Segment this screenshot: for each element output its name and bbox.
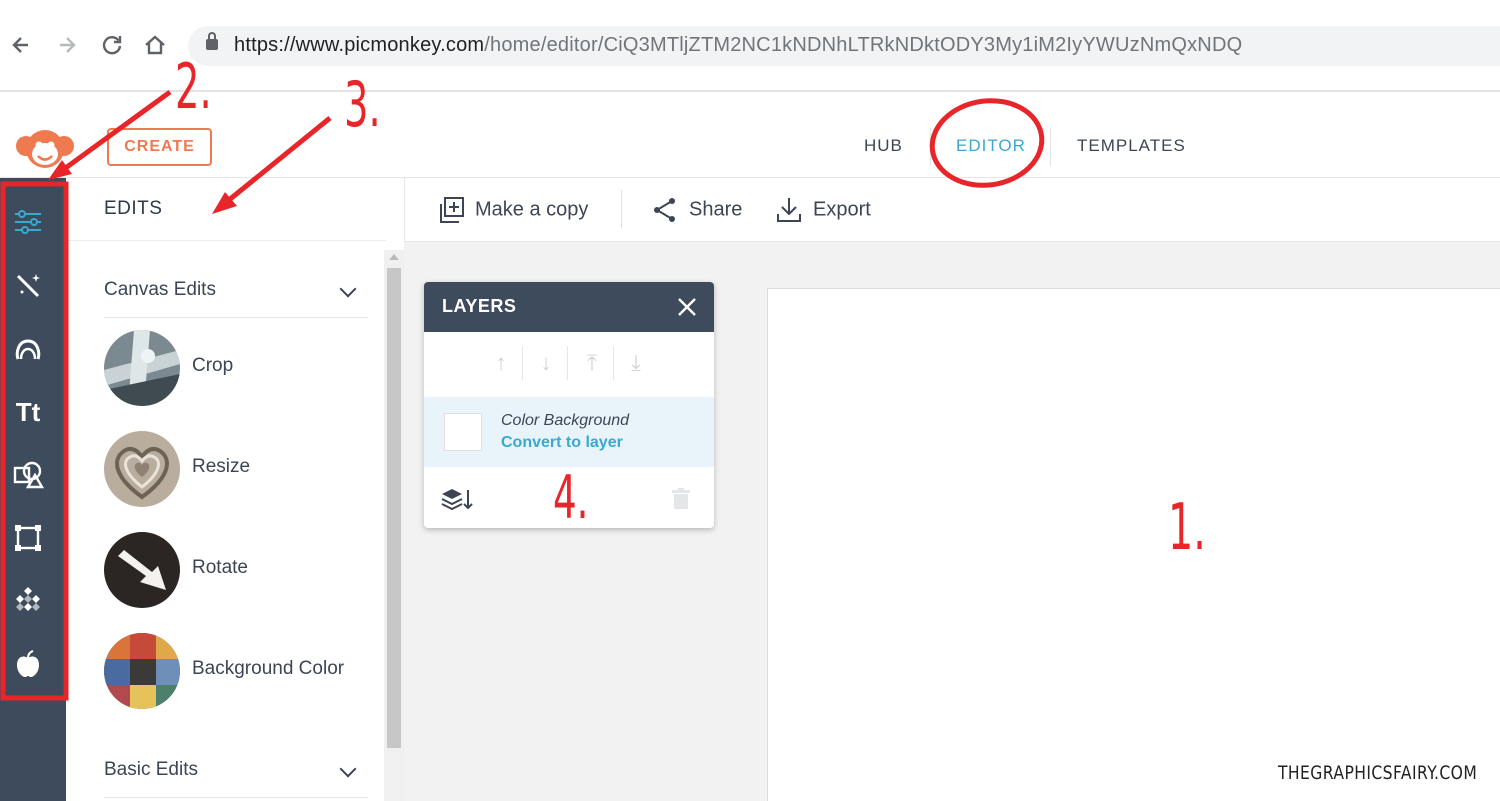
annotation-4: 4. <box>553 463 589 533</box>
watermark-text: THEGRAPHICSFAIRY.COM <box>1278 762 1478 784</box>
section-divider <box>104 797 368 798</box>
convert-to-layer-link[interactable]: Convert to layer <box>501 434 623 452</box>
close-icon[interactable] <box>676 292 698 323</box>
text-icon[interactable]: Tt <box>10 394 46 430</box>
crop-thumbnail <box>104 330 180 406</box>
tool-label: Crop <box>192 355 234 376</box>
address-bar[interactable]: https://www.picmonkey.com/home/editor/Ci… <box>188 26 1500 66</box>
background-color-thumbnail <box>104 633 180 709</box>
lock-icon <box>206 32 218 50</box>
layer-order-controls: ↑ ↓ ⤒ ⤓ <box>480 344 660 384</box>
tool-resize[interactable]: Resize <box>104 431 374 507</box>
share-icon <box>651 196 679 224</box>
chevron-down-icon[interactable] <box>339 280 357 298</box>
copy-icon <box>437 196 465 224</box>
layers-header: LAYERS <box>424 282 714 332</box>
move-down-icon[interactable]: ↓ <box>535 348 557 378</box>
textures-icon[interactable] <box>10 583 46 619</box>
url-host: https://www.picmonkey.com <box>234 34 485 56</box>
effects-icon[interactable] <box>10 268 46 304</box>
export-button[interactable]: Export <box>775 196 871 226</box>
nav-hub[interactable]: HUB <box>864 136 903 156</box>
themes-icon[interactable] <box>10 646 46 682</box>
annotation-2: 2. <box>175 50 212 123</box>
nav-templates[interactable]: TEMPLATES <box>1077 136 1186 156</box>
url-path: /home/editor/CiQ3MTljZTM2NC1kNDNhLTRkNDk… <box>484 34 1243 56</box>
panel-scrollbar[interactable] <box>384 250 404 801</box>
tool-rotate[interactable]: Rotate <box>104 532 374 608</box>
layer-row[interactable]: Color Background Convert to layer <box>424 397 714 467</box>
order-divider <box>613 346 614 380</box>
layer-name: Color Background <box>501 412 630 429</box>
trash-icon[interactable] <box>672 488 690 510</box>
order-divider <box>522 346 523 380</box>
annotation-1: 1. <box>1168 491 1206 565</box>
tool-background-color[interactable]: Background Color <box>104 633 374 709</box>
forward-arrow-icon[interactable] <box>52 30 82 60</box>
order-divider <box>567 346 568 380</box>
rotate-thumbnail <box>104 532 180 608</box>
screenshot-root: https://www.picmonkey.com/home/editor/Ci… <box>0 0 1500 801</box>
scrollbar-thumb[interactable] <box>387 268 401 748</box>
edits-panel-title: EDITS <box>104 198 163 219</box>
share-label: Share <box>689 198 743 221</box>
touch-up-icon[interactable] <box>10 331 46 367</box>
section-divider <box>104 317 368 318</box>
browser-bar: https://www.picmonkey.com/home/editor/Ci… <box>0 0 1500 92</box>
download-icon <box>775 196 803 224</box>
frames-icon[interactable] <box>10 520 46 556</box>
create-button[interactable]: CREATE <box>107 128 212 166</box>
picmonkey-logo-icon[interactable] <box>14 124 76 174</box>
resize-thumbnail <box>104 431 180 507</box>
tool-label: Resize <box>192 456 251 477</box>
section-basic-edits[interactable]: Basic Edits <box>104 759 198 781</box>
layers-title: LAYERS <box>442 296 517 316</box>
layer-thumbnail <box>444 413 482 451</box>
nav-editor[interactable]: EDITOR <box>956 136 1026 156</box>
layers-sort-icon[interactable] <box>440 486 474 514</box>
scroll-up-icon[interactable] <box>389 254 399 260</box>
edits-icon[interactable] <box>10 204 46 240</box>
move-up-icon[interactable]: ↑ <box>490 348 512 378</box>
toolbar-divider <box>621 190 622 228</box>
back-arrow-icon[interactable] <box>6 30 36 60</box>
make-copy-button[interactable]: Make a copy <box>437 196 588 226</box>
app-header: CREATE HUB EDITOR TEMPLATES <box>0 116 1500 178</box>
nav-divider <box>1050 128 1051 166</box>
tool-label: Background Color <box>192 658 345 679</box>
share-button[interactable]: Share <box>651 196 742 226</box>
image-canvas[interactable] <box>767 288 1500 801</box>
make-copy-label: Make a copy <box>475 198 589 221</box>
home-icon[interactable] <box>140 30 170 60</box>
editor-toolbar: Make a copy Share Export <box>404 178 1500 242</box>
export-label: Export <box>813 198 871 221</box>
tool-crop[interactable]: Crop <box>104 330 374 406</box>
reload-icon[interactable] <box>97 30 127 60</box>
send-to-back-icon[interactable]: ⤓ <box>625 348 647 378</box>
url-text: https://www.picmonkey.com/home/editor/Ci… <box>234 34 1242 57</box>
panel-divider <box>66 240 386 241</box>
tool-label: Rotate <box>192 557 248 578</box>
nav-divider <box>930 128 931 166</box>
chevron-down-icon[interactable] <box>339 760 357 778</box>
tool-rail: Tt <box>0 178 66 801</box>
bring-to-front-icon[interactable]: ⤒ <box>581 348 603 378</box>
section-canvas-edits[interactable]: Canvas Edits <box>104 279 216 301</box>
graphics-icon[interactable] <box>10 457 46 493</box>
annotation-3: 3. <box>344 68 381 141</box>
edits-panel: EDITS Canvas Edits Crop Resize Rotate Ba… <box>66 178 404 801</box>
